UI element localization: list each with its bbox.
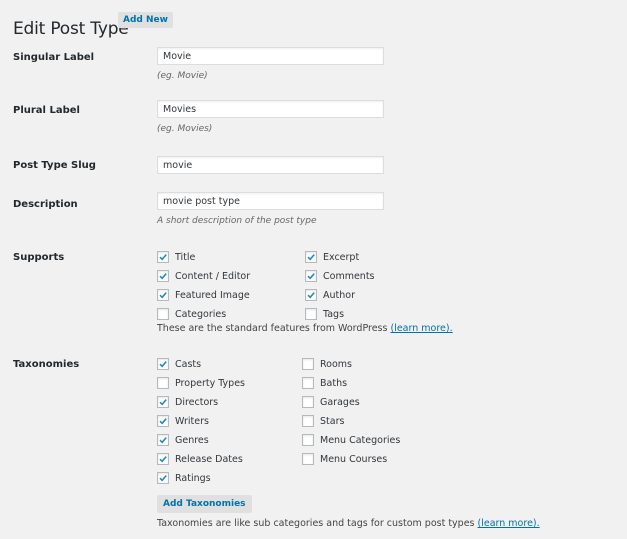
- taxonomy-checkbox-property-types[interactable]: Property Types: [157, 376, 245, 390]
- taxonomies-description-text: Taxonomies are like sub categories and t…: [157, 518, 478, 529]
- checkbox-unchecked-icon[interactable]: [157, 308, 169, 320]
- taxonomy-checkbox-casts[interactable]: Casts: [157, 357, 201, 371]
- checkbox-checked-icon[interactable]: [157, 396, 169, 408]
- supports-checkbox-label: Tags: [323, 308, 345, 320]
- taxonomy-checkbox-label: Casts: [175, 358, 202, 370]
- post-type-slug-label: Post Type Slug: [13, 160, 96, 171]
- checkbox-checked-icon[interactable]: [157, 453, 169, 465]
- taxonomy-checkbox-label: Baths: [320, 377, 348, 389]
- supports-description: These are the standard features from Wor…: [157, 323, 453, 334]
- checkbox-checked-icon[interactable]: [157, 251, 169, 263]
- supports-checkbox-label: Title: [175, 251, 196, 263]
- checkbox-unchecked-icon[interactable]: [157, 377, 169, 389]
- checkmark-icon: [307, 273, 315, 280]
- taxonomy-checkbox-label: Rooms: [320, 358, 353, 370]
- singular-label-hint: (eg. Movie): [157, 71, 208, 81]
- page-title: Edit Post Type: [13, 19, 129, 40]
- checkmark-icon: [307, 292, 315, 299]
- checkmark-icon: [159, 456, 167, 463]
- taxonomy-checkbox-release-dates[interactable]: Release Dates: [157, 452, 243, 466]
- taxonomy-checkbox-label: Property Types: [175, 377, 245, 389]
- supports-checkbox-label: Comments: [323, 270, 375, 282]
- checkbox-unchecked-icon[interactable]: [302, 415, 314, 427]
- plural-label-input[interactable]: [157, 100, 384, 118]
- checkbox-checked-icon[interactable]: [305, 251, 317, 263]
- taxonomy-checkbox-menu-categories[interactable]: Menu Categories: [302, 433, 400, 447]
- checkbox-checked-icon[interactable]: [157, 434, 169, 446]
- taxonomy-checkbox-garages[interactable]: Garages: [302, 395, 360, 409]
- checkmark-icon: [159, 437, 167, 444]
- singular-label-label: Singular Label: [13, 52, 95, 63]
- taxonomy-checkbox-menu-courses[interactable]: Menu Courses: [302, 452, 387, 466]
- taxonomy-checkbox-label: Release Dates: [175, 453, 243, 465]
- checkmark-icon: [159, 254, 167, 261]
- checkmark-icon: [159, 475, 167, 482]
- checkbox-unchecked-icon[interactable]: [305, 308, 317, 320]
- taxonomy-checkbox-baths[interactable]: Baths: [302, 376, 347, 390]
- taxonomy-checkbox-label: Genres: [175, 434, 209, 446]
- checkbox-unchecked-icon[interactable]: [302, 377, 314, 389]
- supports-checkbox-label: Content / Editor: [175, 270, 251, 282]
- post-type-slug-input[interactable]: [157, 156, 384, 174]
- checkmark-icon: [159, 273, 167, 280]
- checkbox-unchecked-icon[interactable]: [302, 396, 314, 408]
- plural-label-hint: (eg. Movies): [157, 124, 213, 134]
- taxonomy-checkbox-ratings[interactable]: Ratings: [157, 471, 211, 485]
- supports-checkbox-author[interactable]: Author: [305, 288, 355, 302]
- taxonomy-checkbox-label: Menu Courses: [320, 453, 388, 465]
- add-taxonomies-button[interactable]: Add Taxonomies: [157, 495, 252, 513]
- supports-checkbox-tags[interactable]: Tags: [305, 307, 344, 321]
- checkmark-icon: [159, 399, 167, 406]
- checkbox-checked-icon[interactable]: [157, 415, 169, 427]
- checkbox-checked-icon[interactable]: [157, 289, 169, 301]
- taxonomy-checkbox-rooms[interactable]: Rooms: [302, 357, 352, 371]
- checkbox-checked-icon[interactable]: [157, 270, 169, 282]
- checkbox-unchecked-icon[interactable]: [302, 453, 314, 465]
- checkbox-checked-icon[interactable]: [305, 270, 317, 282]
- supports-checkbox-label: Excerpt: [323, 251, 360, 263]
- taxonomy-checkbox-label: Directors: [175, 396, 219, 408]
- checkbox-unchecked-icon[interactable]: [302, 434, 314, 446]
- supports-checkbox-title[interactable]: Title: [157, 250, 195, 264]
- checkmark-icon: [159, 292, 167, 299]
- supports-label: Supports: [13, 252, 65, 263]
- checkbox-checked-icon[interactable]: [305, 289, 317, 301]
- description-label: Description: [13, 199, 78, 210]
- supports-checkbox-comments[interactable]: Comments: [305, 269, 375, 283]
- checkbox-unchecked-icon[interactable]: [302, 358, 314, 370]
- taxonomy-checkbox-stars[interactable]: Stars: [302, 414, 344, 428]
- checkbox-checked-icon[interactable]: [157, 358, 169, 370]
- taxonomy-checkbox-writers[interactable]: Writers: [157, 414, 209, 428]
- plural-label-label: Plural Label: [13, 105, 80, 116]
- checkmark-icon: [159, 361, 167, 368]
- taxonomy-checkbox-genres[interactable]: Genres: [157, 433, 209, 447]
- supports-checkbox-excerpt[interactable]: Excerpt: [305, 250, 359, 264]
- checkmark-icon: [307, 254, 315, 261]
- taxonomy-checkbox-label: Stars: [320, 415, 345, 427]
- supports-checkbox-label: Featured Image: [175, 289, 250, 301]
- description-input[interactable]: [157, 192, 384, 210]
- singular-label-input[interactable]: [157, 47, 384, 65]
- taxonomy-checkbox-directors[interactable]: Directors: [157, 395, 218, 409]
- taxonomy-checkbox-label: Menu Categories: [320, 434, 401, 446]
- supports-checkbox-featured-image[interactable]: Featured Image: [157, 288, 250, 302]
- taxonomy-checkbox-label: Ratings: [175, 472, 211, 484]
- taxonomies-description: Taxonomies are like sub categories and t…: [157, 518, 540, 529]
- supports-checkbox-categories[interactable]: Categories: [157, 307, 226, 321]
- supports-checkbox-label: Author: [323, 289, 355, 301]
- supports-checkbox-content-editor[interactable]: Content / Editor: [157, 269, 250, 283]
- description-hint: A short description of the post type: [157, 216, 317, 226]
- taxonomies-label: Taxonomies: [13, 359, 80, 370]
- taxonomies-learn-more-link[interactable]: (learn more).: [478, 518, 540, 529]
- supports-learn-more-link[interactable]: (learn more).: [390, 323, 452, 334]
- supports-checkbox-label: Categories: [175, 308, 227, 320]
- taxonomy-checkbox-label: Garages: [320, 396, 360, 408]
- taxonomy-checkbox-label: Writers: [175, 415, 209, 427]
- supports-description-text: These are the standard features from Wor…: [157, 323, 391, 334]
- add-new-button[interactable]: Add New: [118, 12, 173, 28]
- checkbox-checked-icon[interactable]: [157, 472, 169, 484]
- checkmark-icon: [159, 418, 167, 425]
